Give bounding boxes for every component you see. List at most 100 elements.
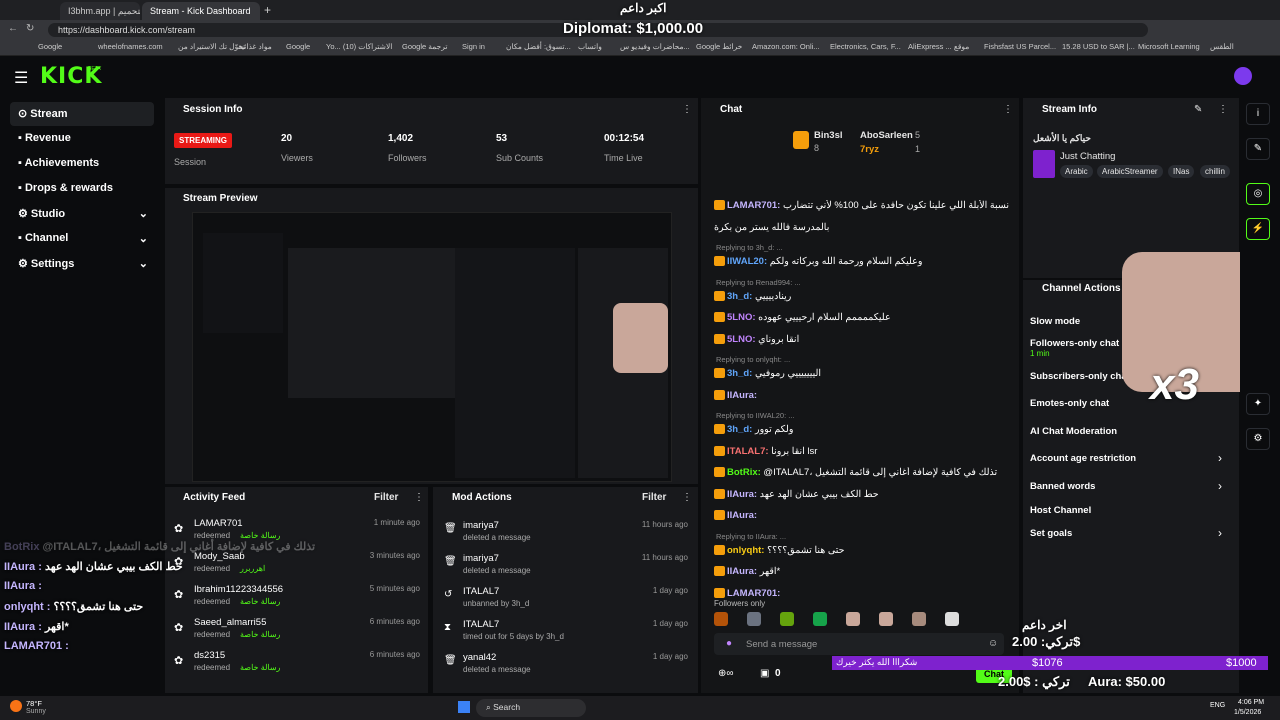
channel-action-1[interactable]: Followers-only chat [1030,338,1119,349]
back-icon[interactable]: ← [8,23,18,34]
bookmark[interactable]: Google [38,42,62,51]
bookmark[interactable]: واتساب [578,42,602,51]
emoji-icon[interactable]: ☺ [988,638,998,649]
gift-icon[interactable]: ▣ [760,668,769,679]
channel-action-0[interactable]: Slow mode [1030,316,1080,327]
nav-drops[interactable]: ▪ Drops & rewards [10,177,154,201]
chat-message[interactable]: LAMAR701: ناصر نسبة الأبلة اللي علينا تك… [714,200,1009,211]
bookmark[interactable]: Fishsfast US Parcel... [984,42,1056,51]
wrench-icon[interactable]: ✦ [1246,393,1270,415]
mod-filter-button[interactable]: Filter [642,492,666,503]
avatar[interactable] [1234,67,1252,85]
tag-chip[interactable]: chillin [1200,165,1231,178]
chat-username[interactable]: IIAura: [727,390,757,401]
infinity-icon[interactable]: ⊕∞ [718,668,734,679]
chat-message[interactable]: 5LNO: عليكممممم السلام ارحيييي عهوده [714,312,1009,323]
chat-message[interactable]: 5LNO: انقا بروناي [714,334,1009,345]
channel-action-3[interactable]: Emotes-only chat [1030,398,1109,409]
chat-message[interactable]: IIAura: حط الكف بيبي عشان الهد عهد [714,489,1009,500]
nav-achievements[interactable]: ▪ Achievements [10,152,154,176]
pencil-icon[interactable]: ✎ [1246,138,1270,160]
windows-start-icon[interactable] [458,701,470,713]
channel-action-2[interactable]: Subscribers-only chat [1030,371,1130,382]
mod-name[interactable]: imariya7 [463,520,499,531]
bookmark[interactable]: Microsoft Learning [1138,42,1200,51]
bookmark[interactable]: 15.28 USD to SAR |... [1062,42,1135,51]
bookmark[interactable]: Google خرائط [696,42,742,51]
chat-username[interactable]: onlyqht: [727,545,764,556]
chat-message[interactable]: LAMAR701: [714,588,1009,599]
chat-username[interactable]: ITALAL7: [727,446,769,457]
chat-message[interactable]: 3h_d: رينادييييي [714,291,1009,302]
chat-username[interactable]: BotRix: [727,467,761,478]
channel-action-7[interactable]: Host Channel [1030,505,1091,516]
chat-username[interactable]: 3h_d: [727,424,752,435]
hamburger-icon[interactable]: ☰ [14,68,28,88]
activity-name[interactable]: ds2315 [194,650,225,661]
taskbar-search[interactable]: ⌕ Search [476,699,586,717]
info-icon[interactable]: i [1246,103,1270,125]
nav-channel[interactable]: ▪ Channel ⌄ [10,227,154,251]
settings-icon[interactable]: ⚙ [1246,428,1270,450]
channel-action-4[interactable]: AI Chat Moderation [1030,426,1117,437]
tag-chip[interactable]: Arabic [1060,165,1093,178]
chat-username[interactable]: LAMAR701: [727,200,780,211]
chat-username[interactable]: IIWAL20: [727,256,767,267]
bookmark[interactable]: Google ترجمة [402,42,448,51]
activity-name[interactable]: LAMAR701 [194,518,243,529]
chat-message[interactable]: IIAura: اقهر* [714,566,1009,577]
bookmark[interactable]: Sign in [462,42,485,51]
channel-action-5[interactable]: Account age restriction [1030,453,1136,464]
nav-settings[interactable]: ⚙ Settings ⌄ [10,252,154,276]
activity-name[interactable]: Saeed_almarri55 [194,617,266,628]
more-icon[interactable]: ⋮ [1003,104,1013,115]
chat-message[interactable]: IIAura: [714,510,1009,521]
chat-message[interactable]: 3h_d: اليييييييي رموفيي [714,368,1009,379]
mod-name[interactable]: yanal42 [463,652,496,663]
bookmark[interactable]: wheelofnames.com [98,42,163,51]
more-icon[interactable]: ⋮ [1218,104,1228,115]
nav-revenue[interactable]: ▪ Revenue [10,127,154,151]
browser-tab[interactable]: I3bhm.app | لتحميم [60,2,140,20]
chat-username[interactable]: 5LNO: [727,312,756,323]
chat-message[interactable]: بالمدرسة فالله يستر من بكرة [714,222,1009,233]
nav-studio[interactable]: ⚙ Studio ⌄ [10,202,154,226]
emote-row[interactable] [714,612,1014,628]
mod-name[interactable]: ITALAL7 [463,586,499,597]
bookmark[interactable]: مواد غذائية [238,42,272,51]
chat-username[interactable]: 5LNO: [727,334,756,345]
chat-message[interactable]: IIWAL20: وعليكم السلام ورحمة الله وبركات… [714,256,1009,267]
browser-tab-active[interactable]: Stream - Kick Dashboard [142,2,260,20]
channel-action-8[interactable]: Set goals [1030,528,1072,539]
chat-message[interactable]: 3h_d: ولكم توور [714,424,1009,435]
chat-username[interactable]: IIAura: [727,510,757,521]
camera-icon[interactable]: ◎ [1246,183,1270,205]
more-icon[interactable]: ⋮ [414,492,424,503]
bookmark[interactable]: Yo... الاشتراكات (10) [326,42,392,51]
chat-message[interactable]: ITALAL7: انقا برونا lsr [714,446,1009,457]
new-tab-icon[interactable]: + [264,3,271,17]
stream-preview-video[interactable] [192,212,672,482]
mod-name[interactable]: ITALAL7 [463,619,499,630]
activity-filter-button[interactable]: Filter [374,492,398,503]
channel-action-6[interactable]: Banned words [1030,481,1095,492]
lightning-icon[interactable]: ⚡ [1246,218,1270,240]
more-icon[interactable]: ⋮ [682,104,692,115]
more-icon[interactable]: ⋮ [682,492,692,503]
reload-icon[interactable]: ↻ [26,23,34,34]
microphone-icon[interactable]: ● [726,638,732,649]
edit-icon[interactable]: ✎ [1194,104,1202,115]
nav-stream[interactable]: ⊙ Stream [10,102,154,126]
bookmark[interactable]: Amazon.com: Onli... [752,42,820,51]
chat-username[interactable]: 3h_d: [727,368,752,379]
chat-message[interactable]: IIAura: [714,390,1009,401]
tag-chip[interactable]: ArabicStreamer [1097,165,1163,178]
chat-message[interactable]: BotRix: @ITALAL7، تذلك في كافية لإضافة أ… [714,467,1009,478]
bookmark[interactable]: تسوق: أفضل مكان... [506,42,571,51]
chat-username[interactable]: 3h_d: [727,291,752,302]
chat-username[interactable]: LAMAR701: [727,588,780,599]
activity-name[interactable]: Ibrahim11223344556 [194,584,283,595]
bookmark[interactable]: AliExpress ... موقع [908,42,969,51]
bookmark[interactable]: تحوّل تك الاستيراد من [178,42,245,51]
mod-name[interactable]: imariya7 [463,553,499,564]
